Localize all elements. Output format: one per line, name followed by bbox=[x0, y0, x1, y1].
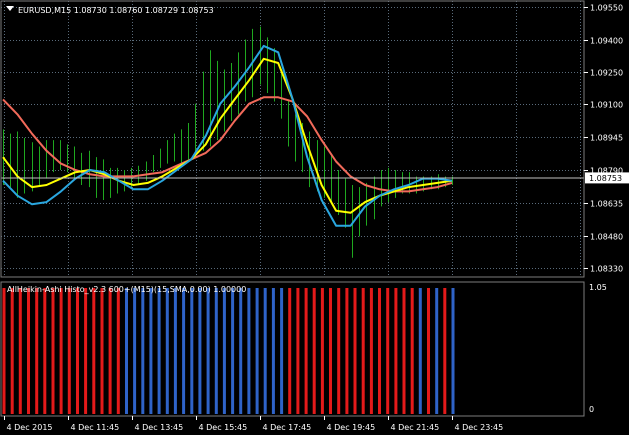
histogram-bar bbox=[2, 288, 6, 414]
histogram-bar bbox=[92, 288, 96, 414]
histogram-bar bbox=[222, 288, 226, 414]
indicator-axis-max-label: 1.05 bbox=[589, 283, 607, 292]
histogram-bar bbox=[231, 288, 235, 414]
price-tick-label: 1.08480 bbox=[590, 233, 623, 242]
histogram-bar bbox=[165, 288, 169, 414]
histogram-bar bbox=[418, 288, 422, 414]
histogram-bar bbox=[296, 288, 300, 414]
histogram-bar bbox=[271, 288, 275, 414]
time-tick-label: 4 Dec 19:45 bbox=[327, 423, 376, 432]
histogram-bar bbox=[125, 288, 128, 414]
histogram-bar bbox=[51, 288, 55, 414]
price-tick-label: 1.09100 bbox=[590, 101, 623, 110]
histogram-bar bbox=[435, 288, 439, 414]
indicator-axis-min-label: 0 bbox=[589, 405, 594, 414]
histogram-bar bbox=[84, 288, 88, 414]
histogram-bar bbox=[35, 288, 39, 414]
histogram-bar bbox=[353, 288, 357, 414]
time-tick-label: 4 Dec 11:45 bbox=[71, 423, 120, 432]
time-tick-label: 4 Dec 13:45 bbox=[135, 423, 184, 432]
histogram-bar bbox=[320, 288, 324, 414]
histogram-bar bbox=[59, 288, 63, 414]
histogram-bar bbox=[427, 288, 430, 414]
chart-title: EURUSD,M15 1.08730 1.08760 1.08729 1.087… bbox=[18, 6, 214, 15]
histogram-bar bbox=[337, 288, 341, 414]
time-tick-label: 4 Dec 21:45 bbox=[391, 423, 440, 432]
price-tick-label: 1.08635 bbox=[590, 200, 623, 209]
histogram-bar bbox=[182, 288, 186, 414]
histogram-bar bbox=[133, 288, 137, 414]
histogram-bar bbox=[443, 288, 447, 414]
histogram-bar bbox=[263, 288, 267, 414]
histogram-bar bbox=[402, 288, 406, 414]
price-tick-label: 1.09400 bbox=[590, 37, 623, 46]
time-tick-label: 4 Dec 15:45 bbox=[199, 423, 248, 432]
histogram-bar bbox=[27, 288, 30, 414]
histogram-bar bbox=[255, 288, 259, 414]
histogram-bar bbox=[10, 288, 14, 414]
histogram-bar bbox=[198, 288, 202, 414]
histogram-bar bbox=[149, 288, 153, 414]
histogram-bar bbox=[345, 288, 349, 414]
histogram-bar bbox=[304, 288, 308, 414]
price-tick-label: 1.09550 bbox=[590, 4, 623, 13]
time-tick-label: 4 Dec 23:45 bbox=[455, 423, 504, 432]
histogram-bar bbox=[288, 288, 292, 414]
histogram-bar bbox=[378, 288, 381, 414]
histogram-bar bbox=[76, 288, 79, 414]
histogram-bar bbox=[206, 288, 210, 414]
histogram-bar bbox=[239, 288, 243, 414]
histogram-bar bbox=[18, 288, 22, 414]
histogram-bar bbox=[451, 288, 455, 414]
histogram-bar bbox=[361, 288, 365, 414]
histogram-bar bbox=[369, 288, 373, 414]
histogram-bar bbox=[43, 288, 47, 414]
histogram-bar bbox=[410, 288, 414, 414]
histogram-bar bbox=[116, 288, 120, 414]
histogram-bar bbox=[329, 288, 332, 414]
histogram-bar bbox=[108, 288, 112, 414]
histogram-bar bbox=[100, 288, 104, 414]
histogram-bar bbox=[173, 288, 177, 414]
main-price-axis[interactable]: 1.09550 1.09400 1.09250 1.09100 1.08945 1.087… bbox=[584, 4, 623, 274]
histogram-bar bbox=[247, 288, 251, 414]
histogram-bar bbox=[394, 288, 398, 414]
current-price-label: 1.08753 bbox=[585, 172, 629, 184]
histogram-bar bbox=[190, 288, 194, 414]
indicator-title: AllHeikin-Ashi Histo_v2.3 600+(M15)(15,S… bbox=[7, 285, 246, 294]
histogram-bar bbox=[141, 288, 145, 414]
time-tick-label: 4 Dec 2015 bbox=[7, 423, 53, 432]
histogram-bar bbox=[386, 288, 390, 414]
histogram-bar bbox=[157, 288, 161, 414]
price-tick-label: 1.08330 bbox=[590, 265, 623, 274]
price-tick-label: 1.08945 bbox=[590, 134, 623, 143]
histogram-bar bbox=[312, 288, 316, 414]
histogram-bar bbox=[280, 288, 284, 414]
histogram-bar bbox=[214, 288, 218, 414]
price-tick-label: 1.09250 bbox=[590, 69, 623, 78]
current-price-label-text: 1.08753 bbox=[589, 174, 622, 183]
histogram-bar bbox=[67, 288, 71, 414]
time-tick-label: 4 Dec 17:45 bbox=[263, 423, 312, 432]
